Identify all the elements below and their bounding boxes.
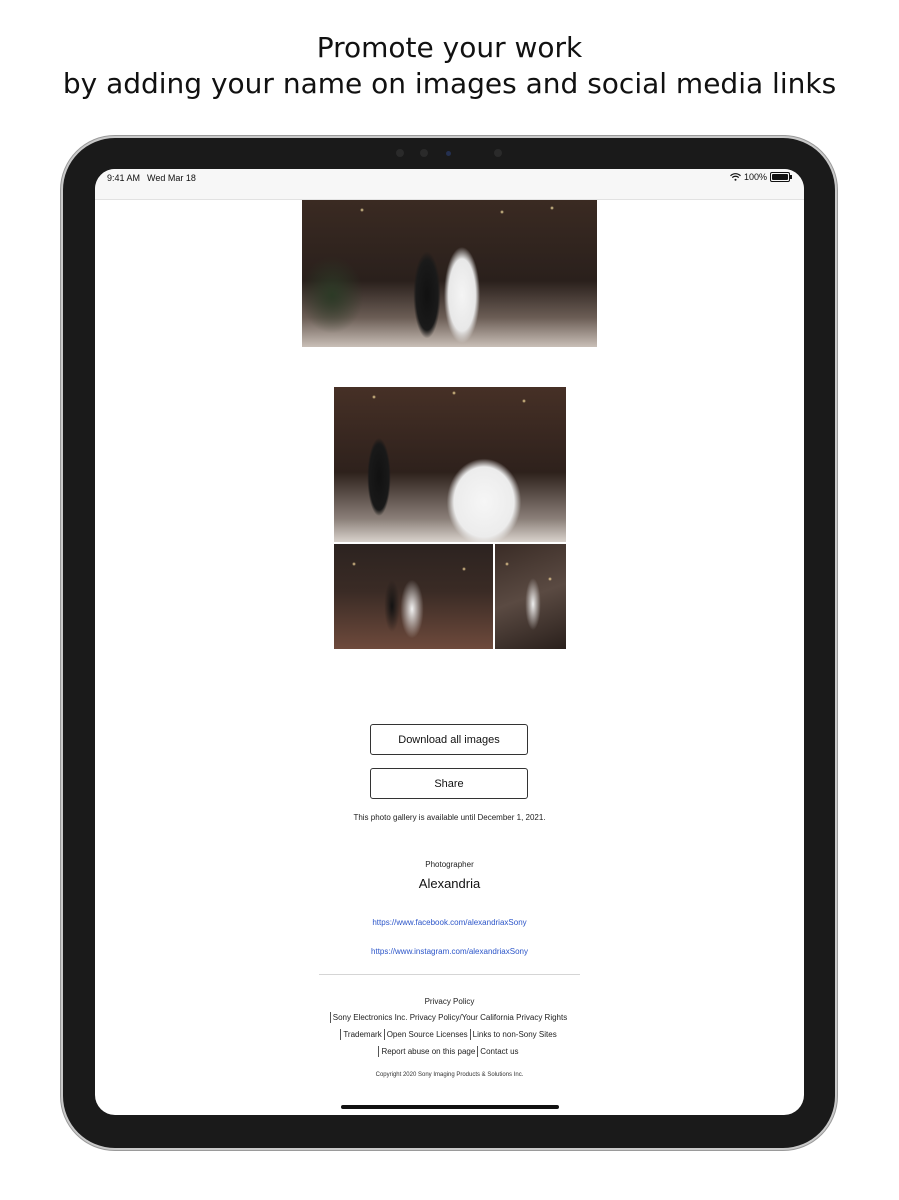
- report-abuse-link[interactable]: Report abuse on this page: [378, 1046, 477, 1057]
- status-bar: 9:41 AM Wed Mar 18 100%: [95, 169, 804, 200]
- status-indicators: 100%: [730, 172, 792, 182]
- facebook-link[interactable]: https://www.facebook.com/alexandriaxSony: [95, 918, 804, 927]
- sensor-dot-icon: [396, 149, 404, 157]
- camera-lens-icon: [446, 151, 451, 156]
- device-volume-button: [835, 205, 838, 239]
- wedding-photo-4[interactable]: [495, 544, 566, 649]
- device-volume-button-2: [835, 250, 838, 284]
- headline-line-1: Promote your work: [316, 31, 583, 64]
- open-source-link[interactable]: Open Source Licenses: [383, 1029, 470, 1040]
- status-time: 9:41 AM: [107, 173, 141, 183]
- sensor-dot-icon: [494, 149, 502, 157]
- contact-us-link[interactable]: Contact us: [477, 1046, 520, 1057]
- sony-privacy-link[interactable]: Sony Electronics Inc. Privacy Policy/You…: [329, 1012, 569, 1023]
- trademark-link[interactable]: Trademark: [340, 1029, 383, 1040]
- privacy-policy-link[interactable]: Privacy Policy: [423, 996, 477, 1007]
- copyright-text: Copyright 2020 Sony Imaging Products & S…: [375, 1072, 524, 1078]
- footer-row-3: Trademark Open Source Licenses Links to …: [95, 1029, 804, 1040]
- download-all-button[interactable]: Download all images: [370, 724, 528, 755]
- wedding-photo-2[interactable]: [334, 387, 566, 542]
- front-camera: [390, 147, 510, 159]
- battery-percent: 100%: [743, 172, 767, 182]
- wedding-photo-3[interactable]: [334, 544, 493, 649]
- wifi-icon: [730, 173, 741, 181]
- share-button[interactable]: Share: [370, 768, 528, 799]
- instagram-link[interactable]: https://www.instagram.com/alexandriaxSon…: [95, 947, 804, 956]
- photographer-label: Photographer: [425, 860, 474, 869]
- promo-headline: Promote your work by adding your name on…: [0, 30, 899, 102]
- headline-line-2: by adding your name on images and social…: [62, 67, 837, 100]
- footer-row-2: Sony Electronics Inc. Privacy Policy/You…: [95, 1012, 804, 1023]
- footer-divider: [319, 974, 580, 975]
- photographer-name: Alexandria: [418, 876, 481, 891]
- battery-icon: [770, 172, 792, 182]
- home-indicator[interactable]: [341, 1105, 559, 1109]
- availability-text: This photo gallery is available until De…: [353, 813, 546, 822]
- sensor-dot-icon: [420, 149, 428, 157]
- device-screen: 9:41 AM Wed Mar 18 100% Download all ima…: [95, 169, 804, 1115]
- footer-row-1: Privacy Policy: [95, 996, 804, 1007]
- footer-row-4: Report abuse on this page Contact us: [95, 1046, 804, 1057]
- status-date: Wed Mar 18: [147, 173, 196, 183]
- non-sony-sites-link[interactable]: Links to non-Sony Sites: [469, 1029, 559, 1040]
- wedding-photo-1[interactable]: [302, 200, 597, 347]
